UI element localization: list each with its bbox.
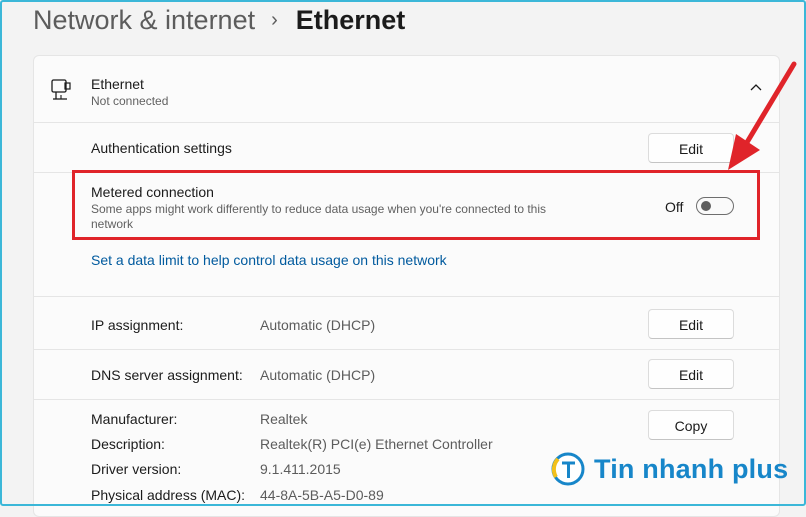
- ethernet-icon: [51, 79, 71, 100]
- mac-address-value: 44-8A-5B-A5-D0-89: [260, 487, 384, 503]
- divider: [34, 399, 779, 400]
- ip-assignment-label: IP assignment:: [91, 317, 184, 333]
- metered-connection-highlight: [72, 170, 760, 240]
- breadcrumb-network-internet[interactable]: Network & internet: [33, 5, 255, 36]
- ip-assignment-edit-button[interactable]: Edit: [648, 309, 734, 339]
- dns-assignment-label: DNS server assignment:: [91, 367, 243, 383]
- red-arrow-annotation: [728, 61, 797, 170]
- logo-icon: [551, 452, 585, 486]
- data-limit-link[interactable]: Set a data limit to help control data us…: [91, 252, 447, 268]
- authentication-settings-label: Authentication settings: [91, 140, 232, 156]
- manufacturer-label: Manufacturer:: [91, 411, 178, 427]
- adapter-status: Not connected: [91, 94, 169, 108]
- divider: [34, 296, 779, 297]
- driver-version-label: Driver version:: [91, 461, 182, 477]
- breadcrumb-separator-icon: ›: [271, 8, 278, 31]
- dns-assignment-edit-button[interactable]: Edit: [648, 359, 734, 389]
- description-value: Realtek(R) PCI(e) Ethernet Controller: [260, 436, 493, 452]
- divider: [34, 122, 779, 123]
- mac-address-label: Physical address (MAC):: [91, 487, 246, 503]
- divider: [34, 349, 779, 350]
- description-label: Description:: [91, 436, 165, 452]
- manufacturer-value: Realtek: [260, 411, 308, 427]
- ethernet-adapter-header[interactable]: Ethernet Not connected: [34, 56, 779, 122]
- watermark-text: Tin nhanh plus: [594, 453, 789, 484]
- copy-properties-button[interactable]: Copy: [648, 410, 734, 440]
- dns-assignment-value: Automatic (DHCP): [260, 367, 376, 383]
- breadcrumb: Network & internet › Ethernet: [33, 2, 405, 38]
- watermark-logo: Tin nhanh plus: [548, 447, 788, 491]
- page-title: Ethernet: [295, 4, 406, 35]
- ip-assignment-value: Automatic (DHCP): [260, 317, 376, 333]
- adapter-name: Ethernet: [91, 76, 144, 92]
- driver-version-value: 9.1.411.2015: [260, 461, 341, 477]
